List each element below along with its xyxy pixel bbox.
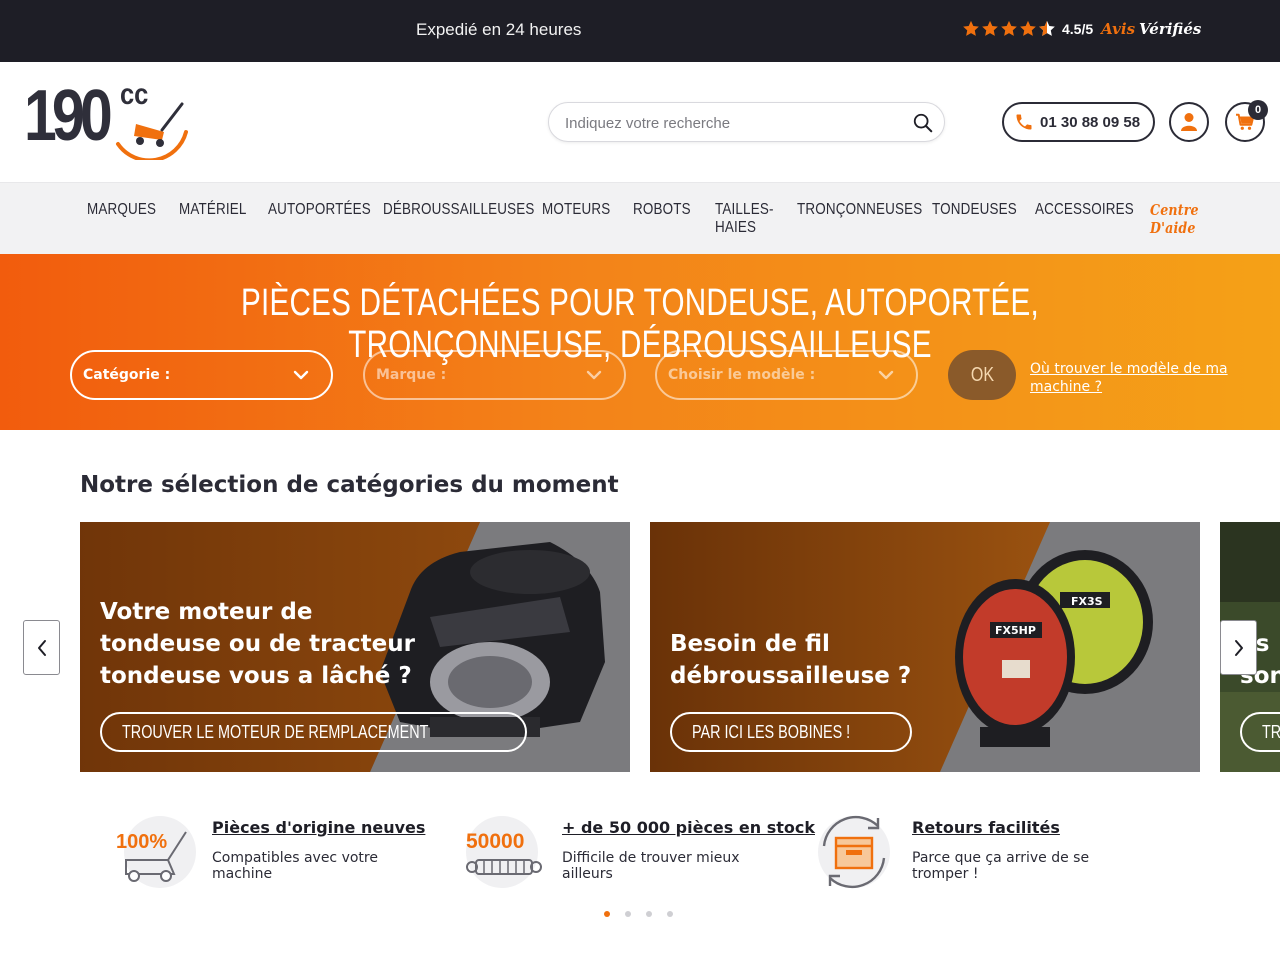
feature-desc: Difficile de trouver mieux ailleurs: [562, 850, 740, 882]
feature-title[interactable]: Pièces d'origine neuves: [212, 818, 425, 837]
phone-number: 01 30 88 09 58: [1040, 113, 1141, 131]
partial-card-button[interactable]: TR: [1240, 712, 1280, 752]
parts-finder-banner: PIÈCES DÉTACHÉES POUR TONDEUSE, AUTOPORT…: [0, 254, 1280, 430]
nav-item-autoportees[interactable]: Autoportées: [268, 201, 371, 219]
category-card-engine[interactable]: Votre moteur de tondeuse ou de tracteur …: [80, 522, 630, 772]
user-icon: [1181, 113, 1197, 131]
chevron-down-icon: [586, 370, 602, 380]
parts-stock-icon: 50000: [466, 816, 542, 888]
spool-label-fx3s: FX3S: [1071, 595, 1103, 608]
nav-item-materiel[interactable]: Matériel: [179, 201, 247, 219]
nav-item-debroussailleuses[interactable]: Débroussailleuses: [383, 201, 535, 219]
carousel-dot[interactable]: [625, 911, 631, 917]
category-select-label: Catégorie :: [83, 367, 171, 383]
star-icon: [1001, 20, 1017, 36]
chevron-right-icon: [1234, 639, 1243, 656]
brand-select-label: Marque :: [376, 367, 447, 383]
account-button[interactable]: [1169, 102, 1209, 142]
nav-item-help-center[interactable]: Centre D'aide: [1150, 201, 1199, 237]
feature-icon-text: 100%: [116, 831, 167, 853]
returns-box-icon: [818, 815, 890, 889]
nav-item-accessoires[interactable]: Accessoires: [1035, 201, 1134, 219]
nav-item-moteurs[interactable]: Moteurs: [542, 201, 610, 219]
spool-label-fx5hp: FX5HP: [995, 624, 1036, 637]
rating-widget[interactable]: 4.5/5 Avis Vérifiés: [962, 20, 1201, 38]
star-icon: [982, 20, 998, 36]
nav-item-tondeuses[interactable]: Tondeuses: [932, 201, 1017, 219]
phone-icon: [1016, 114, 1032, 130]
search-icon[interactable]: [912, 112, 934, 134]
carousel-next-button[interactable]: [1220, 620, 1257, 675]
site-header: 190 cc 01 30 88 09 58 0: [0, 62, 1280, 182]
section-title: Notre sélection de catégories du moment: [80, 472, 619, 498]
nav-item-marques[interactable]: Marques: [87, 201, 156, 219]
logo-number: 190: [24, 76, 113, 156]
spools-button-label: PAR ICI LES BOBINES !: [692, 721, 851, 742]
half-star-icon: [1039, 20, 1055, 36]
card-title: Votre moteur de tondeuse ou de tracteur …: [100, 599, 415, 689]
mower-logo-icon: [116, 102, 188, 160]
carousel-dot[interactable]: [604, 911, 610, 917]
verifies-label: Vérifiés: [1139, 20, 1202, 38]
chevron-left-icon: [37, 639, 46, 656]
top-bar: Expedié en 24 heures 4.5/5 Avis Vérifiés: [0, 0, 1280, 62]
model-select[interactable]: Choisir le modèle :: [655, 350, 918, 400]
help-label-line1: Centre: [1150, 201, 1199, 219]
ok-button-label: OK: [970, 363, 994, 386]
carousel-dot[interactable]: [646, 911, 652, 917]
feature-icon-text: 50000: [466, 830, 524, 853]
partial-card-button-label: TR: [1262, 721, 1280, 742]
help-label-line2: D'aide: [1150, 219, 1196, 237]
star-icon: [963, 20, 979, 36]
model-location-link[interactable]: Où trouver le modèle de ma machine ?: [1030, 360, 1240, 396]
ok-button[interactable]: OK: [948, 350, 1016, 400]
star-icon: [1020, 20, 1036, 36]
category-card-trimmer-line[interactable]: FX3S FX5HP Besoin de fil débroussailleus…: [650, 522, 1200, 772]
carousel-prev-button[interactable]: [23, 620, 60, 675]
feature-title[interactable]: Retours facilités: [912, 818, 1060, 837]
feature-desc: Parce que ça arrive de se tromper !: [912, 850, 1090, 882]
nav-label-line2: haies: [715, 219, 757, 236]
mower-original-icon: 100%: [116, 816, 196, 888]
search-input[interactable]: [565, 112, 895, 134]
carousel-dot[interactable]: [667, 911, 673, 917]
model-select-label: Choisir le modèle :: [668, 367, 816, 383]
nav-item-robots[interactable]: Robots: [633, 201, 691, 219]
phone-button[interactable]: 01 30 88 09 58: [1002, 102, 1155, 142]
brand-select[interactable]: Marque :: [363, 350, 626, 400]
chevron-down-icon: [878, 370, 894, 380]
rating-score: 4.5/5: [1062, 21, 1094, 37]
find-engine-button[interactable]: TROUVER LE MOTEUR DE REMPLACEMENT: [100, 712, 528, 752]
spools-button[interactable]: PAR ICI LES BOBINES !: [670, 712, 912, 752]
site-logo[interactable]: 190 cc: [24, 76, 194, 162]
main-nav: Marques Matériel Autoportées Débroussail…: [0, 182, 1280, 254]
avis-label: Avis: [1101, 20, 1136, 38]
card-title: Besoin de fil débroussailleuse ?: [670, 631, 912, 689]
find-engine-button-label: TROUVER LE MOTEUR DE REMPLACEMENT: [122, 721, 429, 742]
feature-desc: Compatibles avec votre machine: [212, 850, 378, 882]
cart-count-badge: 0: [1248, 100, 1268, 120]
nav-item-tailles-haies[interactable]: Tailles- haies: [715, 201, 774, 237]
nav-label-line1: Tailles-: [715, 201, 774, 218]
carousel-dots: [604, 911, 688, 917]
chevron-down-icon: [293, 370, 309, 380]
search-bar[interactable]: [548, 102, 945, 142]
nav-item-tronconneuses[interactable]: Tronçonneuses: [797, 201, 922, 219]
shipping-message: Expedié en 24 heures: [416, 20, 582, 39]
feature-title[interactable]: + de 50 000 pièces en stock: [562, 818, 815, 837]
category-select[interactable]: Catégorie :: [70, 350, 333, 400]
